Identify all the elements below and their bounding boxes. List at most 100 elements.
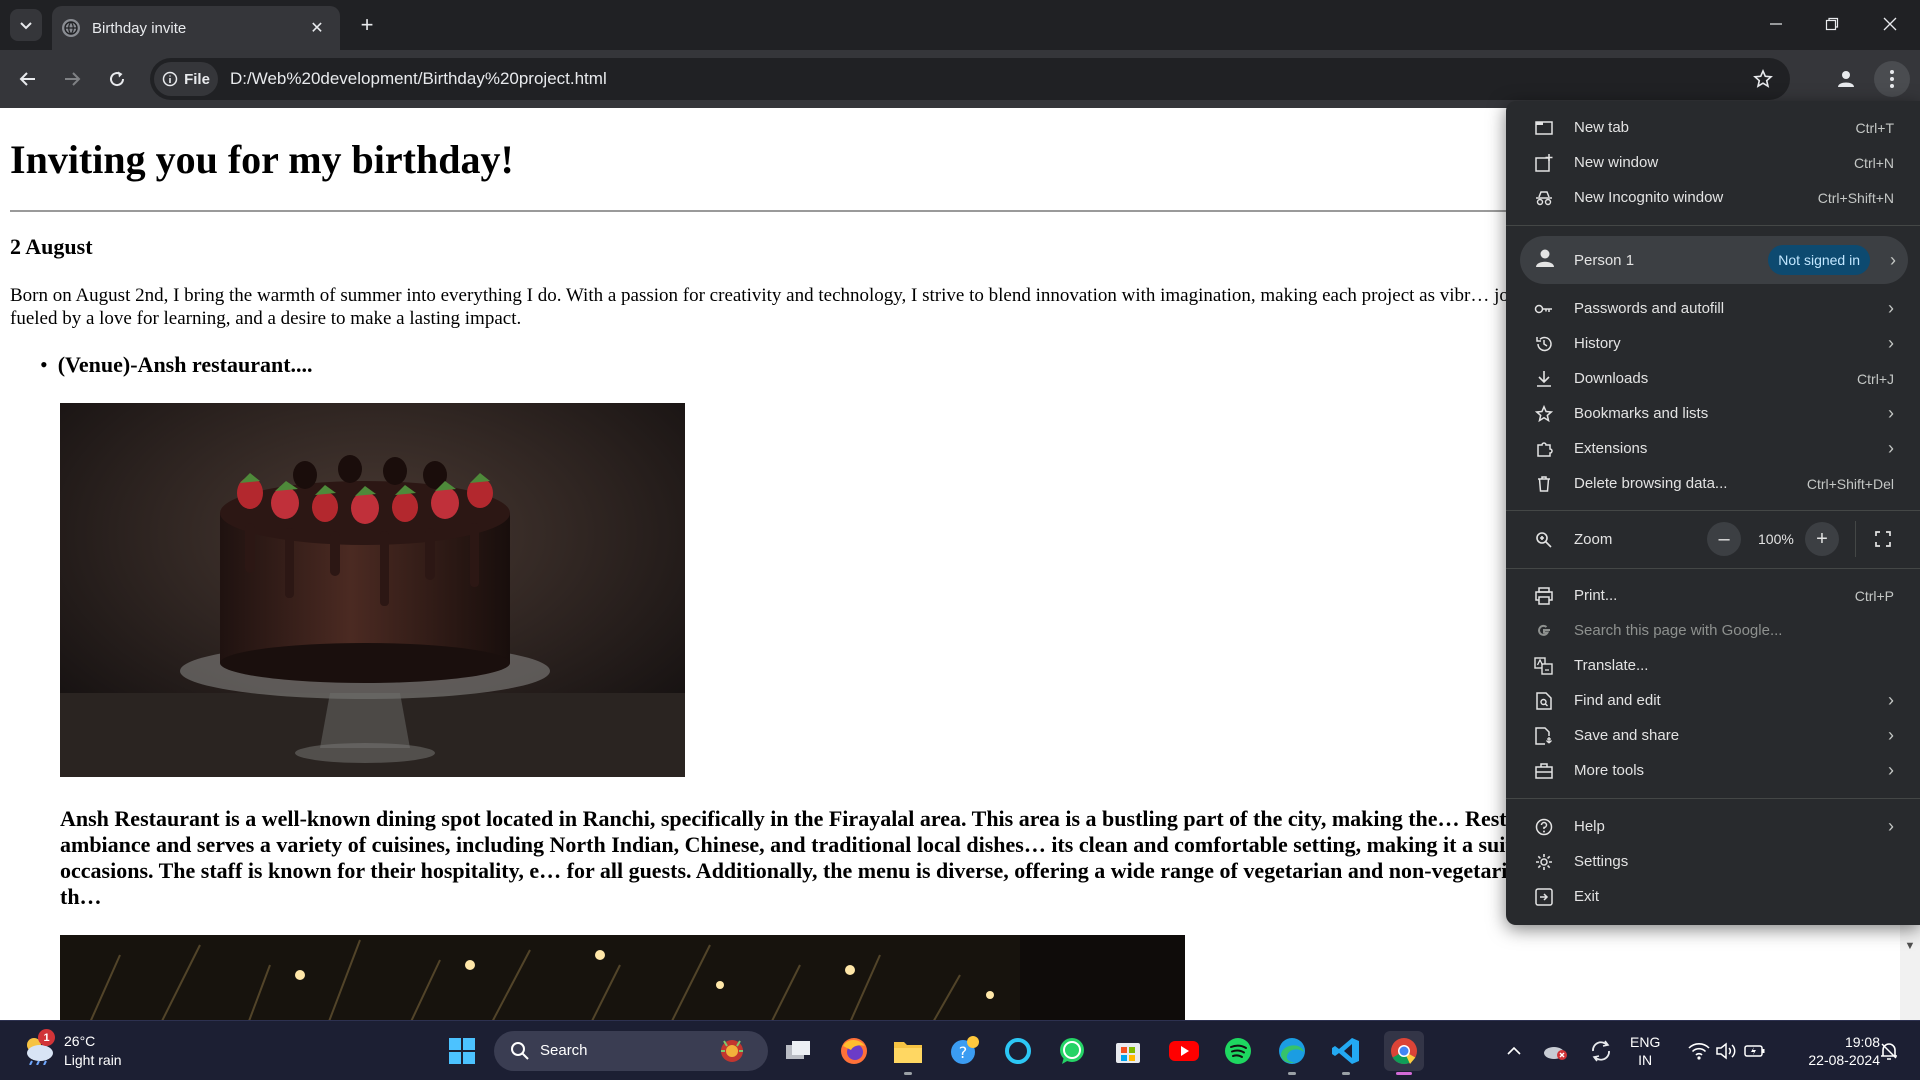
reload-icon bbox=[110, 71, 125, 87]
taskbar-chrome[interactable] bbox=[1384, 1031, 1424, 1075]
menu-item-new-tab[interactable]: New tab Ctrl+T bbox=[1506, 110, 1920, 145]
menu-item-find-edit[interactable]: Find and edit › bbox=[1506, 683, 1920, 718]
tab-birthday-invite[interactable]: Birthday invite ✕ bbox=[52, 6, 340, 50]
menu-item-settings[interactable]: Settings bbox=[1506, 844, 1920, 879]
zoom-in-button[interactable]: + bbox=[1805, 522, 1839, 556]
menu-item-help[interactable]: Help › bbox=[1506, 809, 1920, 844]
menu-item-downloads[interactable]: Downloads Ctrl+J bbox=[1506, 361, 1920, 396]
star-icon bbox=[1534, 404, 1554, 424]
browser-toolbar: File D:/Web%20development/Birthday%20pro… bbox=[0, 50, 1920, 108]
globe-icon bbox=[62, 19, 80, 37]
minus-icon: – bbox=[1718, 527, 1730, 550]
profile-name: Person 1 bbox=[1574, 251, 1635, 269]
whatsapp-icon bbox=[1060, 1038, 1084, 1064]
youtube-icon bbox=[1169, 1041, 1199, 1061]
restore-icon bbox=[1825, 17, 1839, 31]
site-info-chip[interactable]: File bbox=[154, 62, 218, 96]
print-icon bbox=[1534, 586, 1554, 606]
chevron-right-icon: › bbox=[1888, 333, 1894, 353]
menu-item-extensions[interactable]: Extensions › bbox=[1506, 431, 1920, 466]
tab-search-button[interactable] bbox=[10, 9, 42, 41]
wifi-icon bbox=[1688, 1043, 1710, 1060]
close-tab-icon[interactable]: ✕ bbox=[306, 17, 328, 39]
taskbar-search-box[interactable]: Search bbox=[494, 1031, 768, 1071]
menu-item-translate[interactable]: Translate... bbox=[1506, 648, 1920, 683]
arrow-right-icon bbox=[65, 72, 81, 86]
weather-widget[interactable]: 1 26°C Light rain bbox=[20, 1029, 180, 1073]
taskbar-cortana[interactable] bbox=[998, 1031, 1038, 1071]
windows-taskbar: 1 26°C Light rain Search ? ENG IN 19:08 … bbox=[0, 1020, 1920, 1080]
language-indicator[interactable]: ENG IN bbox=[1630, 1033, 1660, 1069]
profile-button[interactable] bbox=[1828, 61, 1864, 97]
weather-condition: Light rain bbox=[64, 1052, 122, 1068]
menu-item-history[interactable]: History › bbox=[1506, 326, 1920, 361]
search-label: Search bbox=[540, 1042, 588, 1059]
tray-onedrive[interactable] bbox=[1540, 1031, 1570, 1071]
minimize-button[interactable] bbox=[1748, 0, 1804, 48]
address-bar[interactable]: File D:/Web%20development/Birthday%20pro… bbox=[150, 58, 1790, 100]
exit-icon bbox=[1534, 887, 1554, 907]
region-code: IN bbox=[1638, 1052, 1653, 1068]
forward-button[interactable] bbox=[54, 61, 90, 97]
notifications-button[interactable] bbox=[1874, 1031, 1904, 1071]
reload-button[interactable] bbox=[99, 61, 135, 97]
taskbar-microsoft-store[interactable] bbox=[1108, 1031, 1148, 1071]
search-highlight-icon bbox=[721, 1040, 743, 1062]
zoom-out-button[interactable]: – bbox=[1707, 522, 1741, 556]
menu-label: Extensions bbox=[1574, 440, 1648, 457]
help-icon bbox=[1534, 817, 1554, 837]
tray-sync[interactable] bbox=[1586, 1031, 1616, 1071]
menu-item-new-window[interactable]: New window Ctrl+N bbox=[1506, 145, 1920, 180]
chrome-menu-button[interactable] bbox=[1874, 61, 1910, 97]
taskbar-youtube[interactable] bbox=[1164, 1031, 1204, 1071]
quick-settings-button[interactable] bbox=[1682, 1031, 1772, 1071]
fullscreen-button[interactable] bbox=[1866, 522, 1900, 556]
menu-item-delete-browsing-data[interactable]: Delete browsing data... Ctrl+Shift+Del bbox=[1506, 466, 1920, 501]
taskbar-file-explorer[interactable] bbox=[888, 1031, 928, 1075]
menu-item-profile[interactable]: Person 1 Not signed in › bbox=[1520, 236, 1908, 284]
taskbar-edge[interactable] bbox=[1272, 1031, 1312, 1075]
info-icon bbox=[162, 71, 178, 87]
menu-item-new-incognito[interactable]: New Incognito window Ctrl+Shift+N bbox=[1506, 180, 1920, 215]
folder-icon bbox=[894, 1042, 922, 1063]
show-hidden-icons-button[interactable] bbox=[1502, 1031, 1526, 1071]
menu-label: Print... bbox=[1574, 587, 1618, 604]
taskbar-app-help[interactable]: ? bbox=[944, 1031, 984, 1071]
zoom-icon bbox=[1534, 530, 1554, 550]
taskbar-vscode[interactable] bbox=[1326, 1031, 1366, 1075]
cortana-icon bbox=[1005, 1038, 1031, 1064]
new-tab-icon bbox=[1534, 118, 1554, 138]
new-tab-button[interactable]: + bbox=[352, 10, 382, 40]
vscode-icon bbox=[1332, 1038, 1359, 1064]
menu-item-print[interactable]: Print... Ctrl+P bbox=[1506, 578, 1920, 613]
menu-shortcut: Ctrl+J bbox=[1857, 370, 1894, 387]
sign-in-status-badge[interactable]: Not signed in bbox=[1768, 245, 1870, 275]
menu-label: New tab bbox=[1574, 119, 1630, 136]
taskbar-whatsapp[interactable] bbox=[1052, 1031, 1092, 1071]
bookmark-star-button[interactable] bbox=[1748, 64, 1778, 94]
taskbar-task-view[interactable] bbox=[778, 1031, 818, 1071]
edge-icon bbox=[1279, 1038, 1305, 1064]
volume-icon bbox=[1716, 1042, 1736, 1060]
onedrive-error-icon bbox=[1544, 1047, 1567, 1060]
menu-label: Downloads bbox=[1574, 370, 1649, 387]
scroll-down-arrow-icon[interactable]: ▼ bbox=[1902, 940, 1918, 956]
taskbar-firefox[interactable] bbox=[834, 1031, 874, 1071]
bullet: • bbox=[40, 352, 48, 377]
menu-item-bookmarks[interactable]: Bookmarks and lists › bbox=[1506, 396, 1920, 431]
close-window-button[interactable] bbox=[1862, 0, 1918, 48]
taskbar-spotify[interactable] bbox=[1218, 1031, 1258, 1071]
menu-item-save-share[interactable]: Save and share › bbox=[1506, 718, 1920, 753]
clock-date: 22-08-2024 bbox=[1808, 1052, 1880, 1068]
restore-button[interactable] bbox=[1804, 0, 1860, 48]
url-text[interactable]: D:/Web%20development/Birthday%20project.… bbox=[230, 69, 607, 89]
menu-item-more-tools[interactable]: More tools › bbox=[1506, 753, 1920, 788]
menu-label: Search this page with Google... bbox=[1574, 622, 1783, 639]
clock-time: 19:08 bbox=[1844, 1034, 1880, 1050]
system-clock[interactable]: 19:08 22-08-2024 bbox=[1780, 1033, 1880, 1069]
start-button[interactable] bbox=[442, 1031, 482, 1071]
menu-separator bbox=[1506, 510, 1920, 511]
back-button[interactable] bbox=[10, 61, 46, 97]
menu-item-passwords[interactable]: Passwords and autofill › bbox=[1506, 291, 1920, 326]
menu-item-exit[interactable]: Exit bbox=[1506, 879, 1920, 914]
